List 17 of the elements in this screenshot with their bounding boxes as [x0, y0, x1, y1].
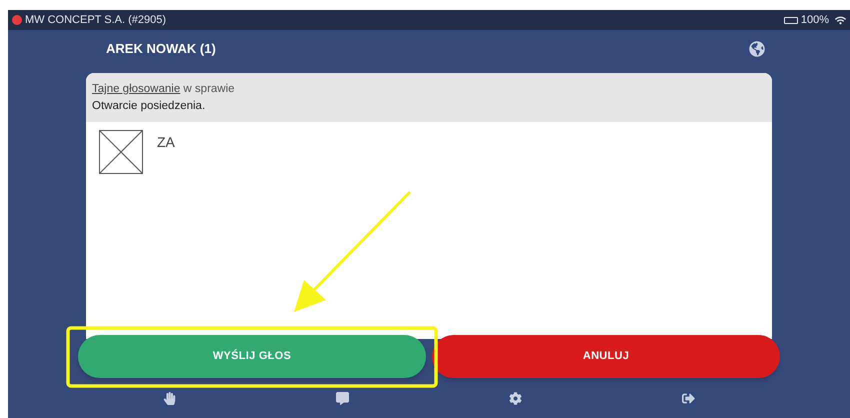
settings-icon[interactable]	[509, 392, 522, 405]
chat-icon[interactable]	[336, 392, 349, 405]
logout-icon[interactable]	[682, 392, 695, 405]
wifi-icon	[835, 14, 846, 26]
vote-type-link[interactable]: Tajne głosowanie	[92, 83, 180, 95]
error-icon	[12, 15, 22, 25]
cancel-button[interactable]: ANULUJ	[432, 335, 780, 378]
image-placeholder-icon	[99, 130, 143, 174]
header-title: AREK NOWAK (1)	[106, 40, 216, 58]
battery-icon	[784, 16, 798, 24]
organization-name: MW CONCEPT S.A. (#2905)	[25, 12, 166, 28]
hand-icon[interactable]	[163, 392, 176, 405]
option-label[interactable]: ZA	[157, 132, 175, 152]
vote-type-suffix: w sprawie	[182, 83, 235, 95]
battery-level: 100%	[800, 12, 829, 28]
globe-icon[interactable]	[749, 41, 765, 57]
vote-subject: Otwarcie posiedzenia.	[92, 99, 206, 114]
